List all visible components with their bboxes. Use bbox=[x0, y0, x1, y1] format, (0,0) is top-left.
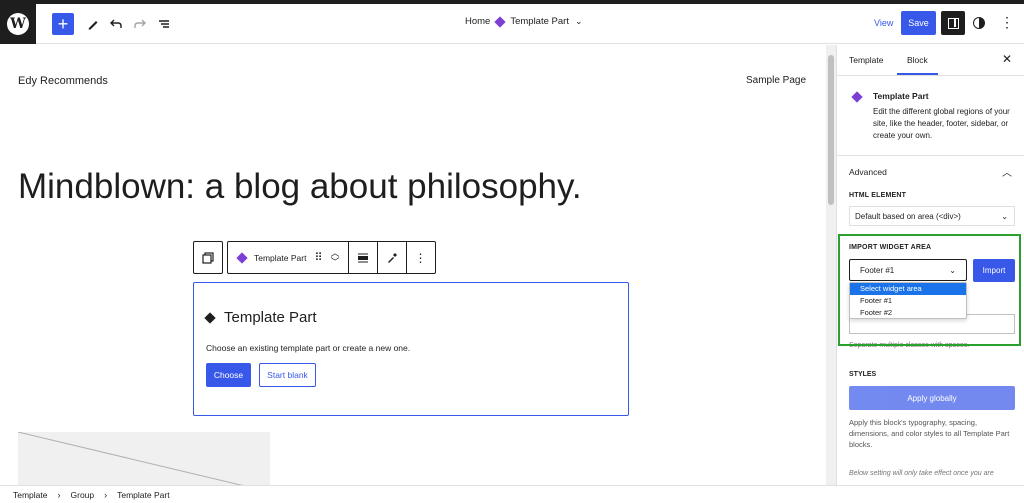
template-part-icon bbox=[236, 251, 248, 264]
block-card: Template Part Edit the different global … bbox=[837, 77, 1024, 156]
template-part-description: Choose an existing template part or crea… bbox=[206, 343, 411, 353]
canvas-scrollbar-thumb[interactable] bbox=[828, 55, 834, 205]
list-view-icon bbox=[159, 20, 169, 28]
start-blank-button[interactable]: Start blank bbox=[259, 363, 316, 387]
html-element-value: Default based on area (<div>) bbox=[855, 211, 961, 221]
pencil-icon bbox=[88, 21, 98, 30]
view-link[interactable]: View bbox=[874, 18, 893, 28]
toolbar-group-block: Template Part ⠿ ︿ ﹀ ⋮ bbox=[227, 241, 436, 274]
move-up-down-icon[interactable]: ︿ ﹀ bbox=[331, 248, 340, 267]
site-headline[interactable]: Mindblown: a blog about philosophy. bbox=[18, 167, 582, 207]
breadcrumb-home[interactable]: Home bbox=[465, 16, 490, 27]
chevron-down-icon: ⌄ bbox=[1001, 211, 1008, 221]
align-icon bbox=[357, 253, 368, 262]
block-card-description: Edit the different global regions of you… bbox=[873, 107, 1010, 140]
footer-crumb-template[interactable]: Template bbox=[13, 490, 48, 500]
template-part-icon bbox=[494, 15, 507, 28]
undo-button[interactable] bbox=[105, 13, 127, 35]
wordpress-logo[interactable]: W bbox=[0, 4, 36, 44]
copy-icon bbox=[202, 251, 214, 264]
footer-crumb-template-part[interactable]: Template Part bbox=[117, 490, 169, 500]
tab-template[interactable]: Template bbox=[849, 55, 884, 65]
save-button[interactable]: Save bbox=[901, 11, 936, 35]
sidebar-tabs: Template Block ✕ bbox=[837, 45, 1024, 76]
breadcrumb-current[interactable]: Template Part bbox=[510, 16, 569, 27]
chevron-right-icon: › bbox=[57, 489, 61, 500]
chevron-down-icon: ⌄ bbox=[949, 265, 956, 275]
eyedropper-button[interactable] bbox=[378, 242, 407, 273]
align-button[interactable] bbox=[349, 242, 378, 273]
dropdown-option[interactable]: Footer #1 bbox=[850, 295, 966, 307]
placeholder-diagonal bbox=[18, 432, 243, 485]
apply-globally-description: Apply this block's typography, spacing, … bbox=[849, 418, 1010, 449]
html-element-select[interactable]: Default based on area (<div>) ⌄ bbox=[849, 206, 1015, 226]
block-options-button[interactable]: ⋮ bbox=[407, 242, 435, 273]
template-part-icon bbox=[851, 91, 863, 103]
dropdown-option[interactable]: Select widget area bbox=[850, 283, 966, 295]
nav-link-sample-page[interactable]: Sample Page bbox=[746, 75, 806, 86]
block-type-switcher[interactable]: Template Part ⠿ ︿ ﹀ bbox=[228, 242, 349, 273]
settings-sidebar: Template Block ✕ Template Part Edit the … bbox=[836, 45, 1024, 485]
block-toolbar: Template Part ⠿ ︿ ﹀ ⋮ bbox=[193, 241, 436, 274]
chevron-down-icon[interactable]: ⌄ bbox=[575, 16, 583, 27]
add-block-button[interactable]: + bbox=[52, 13, 74, 35]
more-vertical-icon: ⋮ bbox=[414, 250, 427, 265]
import-widget-area-label: IMPORT WIDGET AREA bbox=[849, 244, 932, 251]
document-breadcrumb[interactable]: Home Template Part ⌄ bbox=[465, 15, 583, 28]
chevron-right-icon: › bbox=[104, 489, 108, 500]
close-icon[interactable]: ✕ bbox=[1002, 52, 1012, 66]
apply-globally-button[interactable]: Apply globally bbox=[849, 386, 1015, 410]
drag-handle-icon[interactable]: ⠿ bbox=[314, 251, 322, 264]
block-type-label: Template Part bbox=[254, 252, 307, 263]
template-part-icon bbox=[204, 311, 216, 324]
editor-canvas[interactable]: Edy Recommends Sample Page Mindblown: a … bbox=[0, 45, 826, 485]
toolbar-group-transform bbox=[193, 241, 223, 274]
css-class-help-text: Separate multiple classes with spaces. bbox=[849, 342, 970, 349]
tab-block[interactable]: Block bbox=[897, 55, 938, 75]
footer-crumb-group[interactable]: Group bbox=[71, 490, 95, 500]
sidebar-icon bbox=[947, 17, 959, 29]
chevron-up-icon[interactable]: ︿ bbox=[1002, 164, 1012, 179]
choose-button[interactable]: Choose bbox=[206, 363, 251, 387]
template-part-title: Template Part bbox=[204, 309, 317, 326]
undo-icon bbox=[110, 19, 122, 28]
template-part-title-text: Template Part bbox=[224, 309, 317, 326]
widget-area-dropdown[interactable]: Select widget area Footer #1 Footer #2 bbox=[849, 282, 967, 319]
styles-contrast-icon[interactable] bbox=[973, 17, 985, 29]
image-placeholder[interactable] bbox=[18, 432, 270, 485]
template-part-placeholder[interactable]: Template Part Choose an existing templat… bbox=[193, 282, 629, 416]
wordpress-icon: W bbox=[7, 13, 29, 35]
block-card-title: Template Part bbox=[873, 91, 929, 101]
duplicate-block-button[interactable] bbox=[194, 242, 222, 273]
block-breadcrumb-bar: Template › Group › Template Part bbox=[0, 485, 1024, 503]
below-setting-note: Below setting will only take effect once… bbox=[849, 470, 994, 477]
styles-section-label: STYLES bbox=[849, 371, 877, 378]
list-view-button[interactable] bbox=[153, 13, 175, 35]
settings-sidebar-toggle[interactable] bbox=[941, 11, 965, 35]
editor-header: W + Home Template Part ⌄ View Save ⋮ bbox=[0, 4, 1024, 44]
html-element-label: HTML ELEMENT bbox=[849, 192, 907, 199]
import-widget-area-value: Footer #1 bbox=[860, 265, 895, 275]
dropdown-option[interactable]: Footer #2 bbox=[850, 307, 966, 319]
import-button[interactable]: Import bbox=[973, 259, 1015, 282]
redo-icon bbox=[134, 19, 146, 28]
eyedropper-icon bbox=[387, 252, 397, 263]
edit-tool-button[interactable] bbox=[82, 13, 104, 35]
site-title[interactable]: Edy Recommends bbox=[18, 75, 108, 87]
advanced-panel-toggle[interactable]: Advanced bbox=[849, 167, 887, 177]
more-options-icon[interactable]: ⋮ bbox=[1000, 14, 1014, 31]
import-widget-area-select[interactable]: Footer #1 ⌄ bbox=[849, 259, 967, 281]
redo-button[interactable] bbox=[129, 13, 151, 35]
